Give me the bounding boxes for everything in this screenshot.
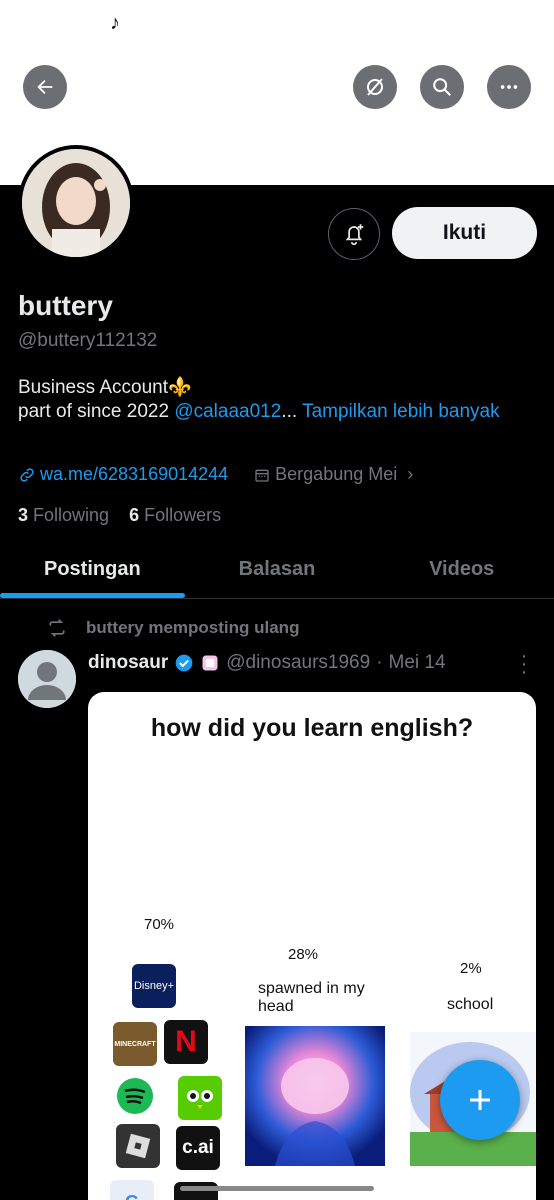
grok-button[interactable] — [353, 65, 397, 109]
spotify-icon — [117, 1078, 153, 1114]
verified-badge-icon — [175, 654, 193, 672]
minecraft-logo: MINECRAFT — [113, 1022, 157, 1066]
post-date[interactable]: Mei 14 — [389, 652, 446, 674]
calendar-icon — [255, 469, 269, 482]
roblox-logo — [116, 1124, 160, 1168]
media-col3-caption: school — [447, 996, 494, 1013]
media-col2-percent: 28% — [288, 946, 319, 963]
bio-ellipsis: ... — [281, 400, 298, 422]
glowing-brain-image — [245, 1026, 385, 1166]
following-link[interactable]: 3 Following — [18, 505, 109, 525]
arrow-left-icon — [37, 79, 53, 95]
back-button[interactable] — [23, 65, 67, 109]
tab-balasan[interactable]: Balasan — [185, 540, 370, 598]
post-more-icon[interactable]: · · · — [516, 646, 532, 682]
character-ai-logo: c.ai — [176, 1126, 220, 1170]
more-button[interactable] — [487, 65, 531, 109]
bell-plus-icon — [345, 224, 364, 246]
profile-avatar[interactable] — [18, 145, 134, 261]
bio-line-1: Business Account⚜️ — [18, 377, 192, 398]
repost-label[interactable]: buttery memposting ulang — [86, 618, 299, 638]
post-author-handle[interactable]: @dinosaurs1969 — [226, 652, 370, 674]
show-more-link[interactable]: Tampilkan lebih banyak — [302, 401, 500, 422]
tab-postingan[interactable]: Postingan — [0, 540, 185, 598]
search-icon — [433, 78, 451, 96]
post-author-name[interactable]: dinosaur — [88, 652, 168, 674]
netflix-logo: N — [164, 1020, 208, 1064]
home-indicator — [180, 1186, 374, 1191]
spotify-logo — [113, 1074, 157, 1118]
default-avatar-icon — [18, 650, 76, 708]
status-bar: ♪ — [0, 0, 554, 44]
bio-text: part of since 2022 — [18, 400, 175, 422]
post-separator: · — [376, 652, 383, 673]
tiktok-logo — [174, 1182, 218, 1200]
website-link[interactable]: wa.me/6283169014244 — [40, 464, 228, 485]
followers-link[interactable]: 6 Followers — [129, 505, 221, 525]
chevron-right-icon[interactable]: › — [407, 464, 413, 485]
more-horizontal-icon — [500, 85, 518, 89]
follow-button[interactable]: Ikuti — [392, 207, 537, 259]
joined-date: Bergabung Mei — [275, 464, 398, 484]
grok-icon — [367, 78, 383, 96]
affiliate-badge-icon — [202, 655, 218, 671]
google-translate-logo: G — [110, 1180, 154, 1200]
following-label: Following — [33, 505, 110, 525]
followers-count: 6 — [129, 505, 140, 525]
profile-tabs: Postingan Balasan Videos — [0, 540, 554, 598]
media-title: how did you learn english? — [150, 714, 474, 742]
profile-meta: wa.me/6283169014244 Bergabung Mei › — [18, 464, 413, 485]
media-col2-caption: spawned in my head — [258, 980, 365, 1015]
duolingo-icon — [187, 1090, 213, 1109]
bio-mention-link[interactable]: @calaaa012 — [174, 401, 281, 422]
roblox-icon — [125, 1133, 151, 1159]
profile-handle: @buttery112132 — [18, 330, 158, 351]
bio-line-2: part of since 2022 @calaaa012... Tampilk… — [18, 400, 538, 424]
media-col3-percent: 2% — [460, 960, 482, 977]
followers-label: Followers — [144, 505, 222, 525]
duolingo-logo — [178, 1076, 222, 1120]
post-header: dinosaur @dinosaurs1969 · Mei 14 — [88, 652, 446, 674]
search-button[interactable] — [420, 65, 464, 109]
repost-icon — [49, 619, 65, 637]
follow-counts: 3 Following 6 Followers — [18, 505, 221, 526]
tabs-divider — [0, 598, 554, 599]
repost-indicator: buttery memposting ulang — [46, 618, 299, 638]
google-g-icon: G — [125, 1192, 139, 1200]
following-count: 3 — [18, 505, 29, 525]
disney-plus-logo: Disney+ — [132, 964, 176, 1008]
tiktok-notification-icon: ♪ — [110, 12, 120, 34]
profile-bio: Business Account⚜️ part of since 2022 @c… — [18, 376, 538, 423]
post-author-avatar[interactable] — [18, 650, 76, 708]
plus-icon — [470, 1090, 490, 1110]
media-col1-percent: 70% — [144, 916, 175, 933]
notification-bell-button[interactable] — [328, 208, 380, 260]
compose-post-button[interactable] — [440, 1060, 520, 1140]
tab-videos[interactable]: Videos — [369, 540, 554, 598]
brain-illustration — [245, 1026, 385, 1166]
avatar-photo — [22, 149, 130, 257]
profile-name: buttery — [18, 290, 113, 321]
link-icon — [20, 467, 34, 482]
